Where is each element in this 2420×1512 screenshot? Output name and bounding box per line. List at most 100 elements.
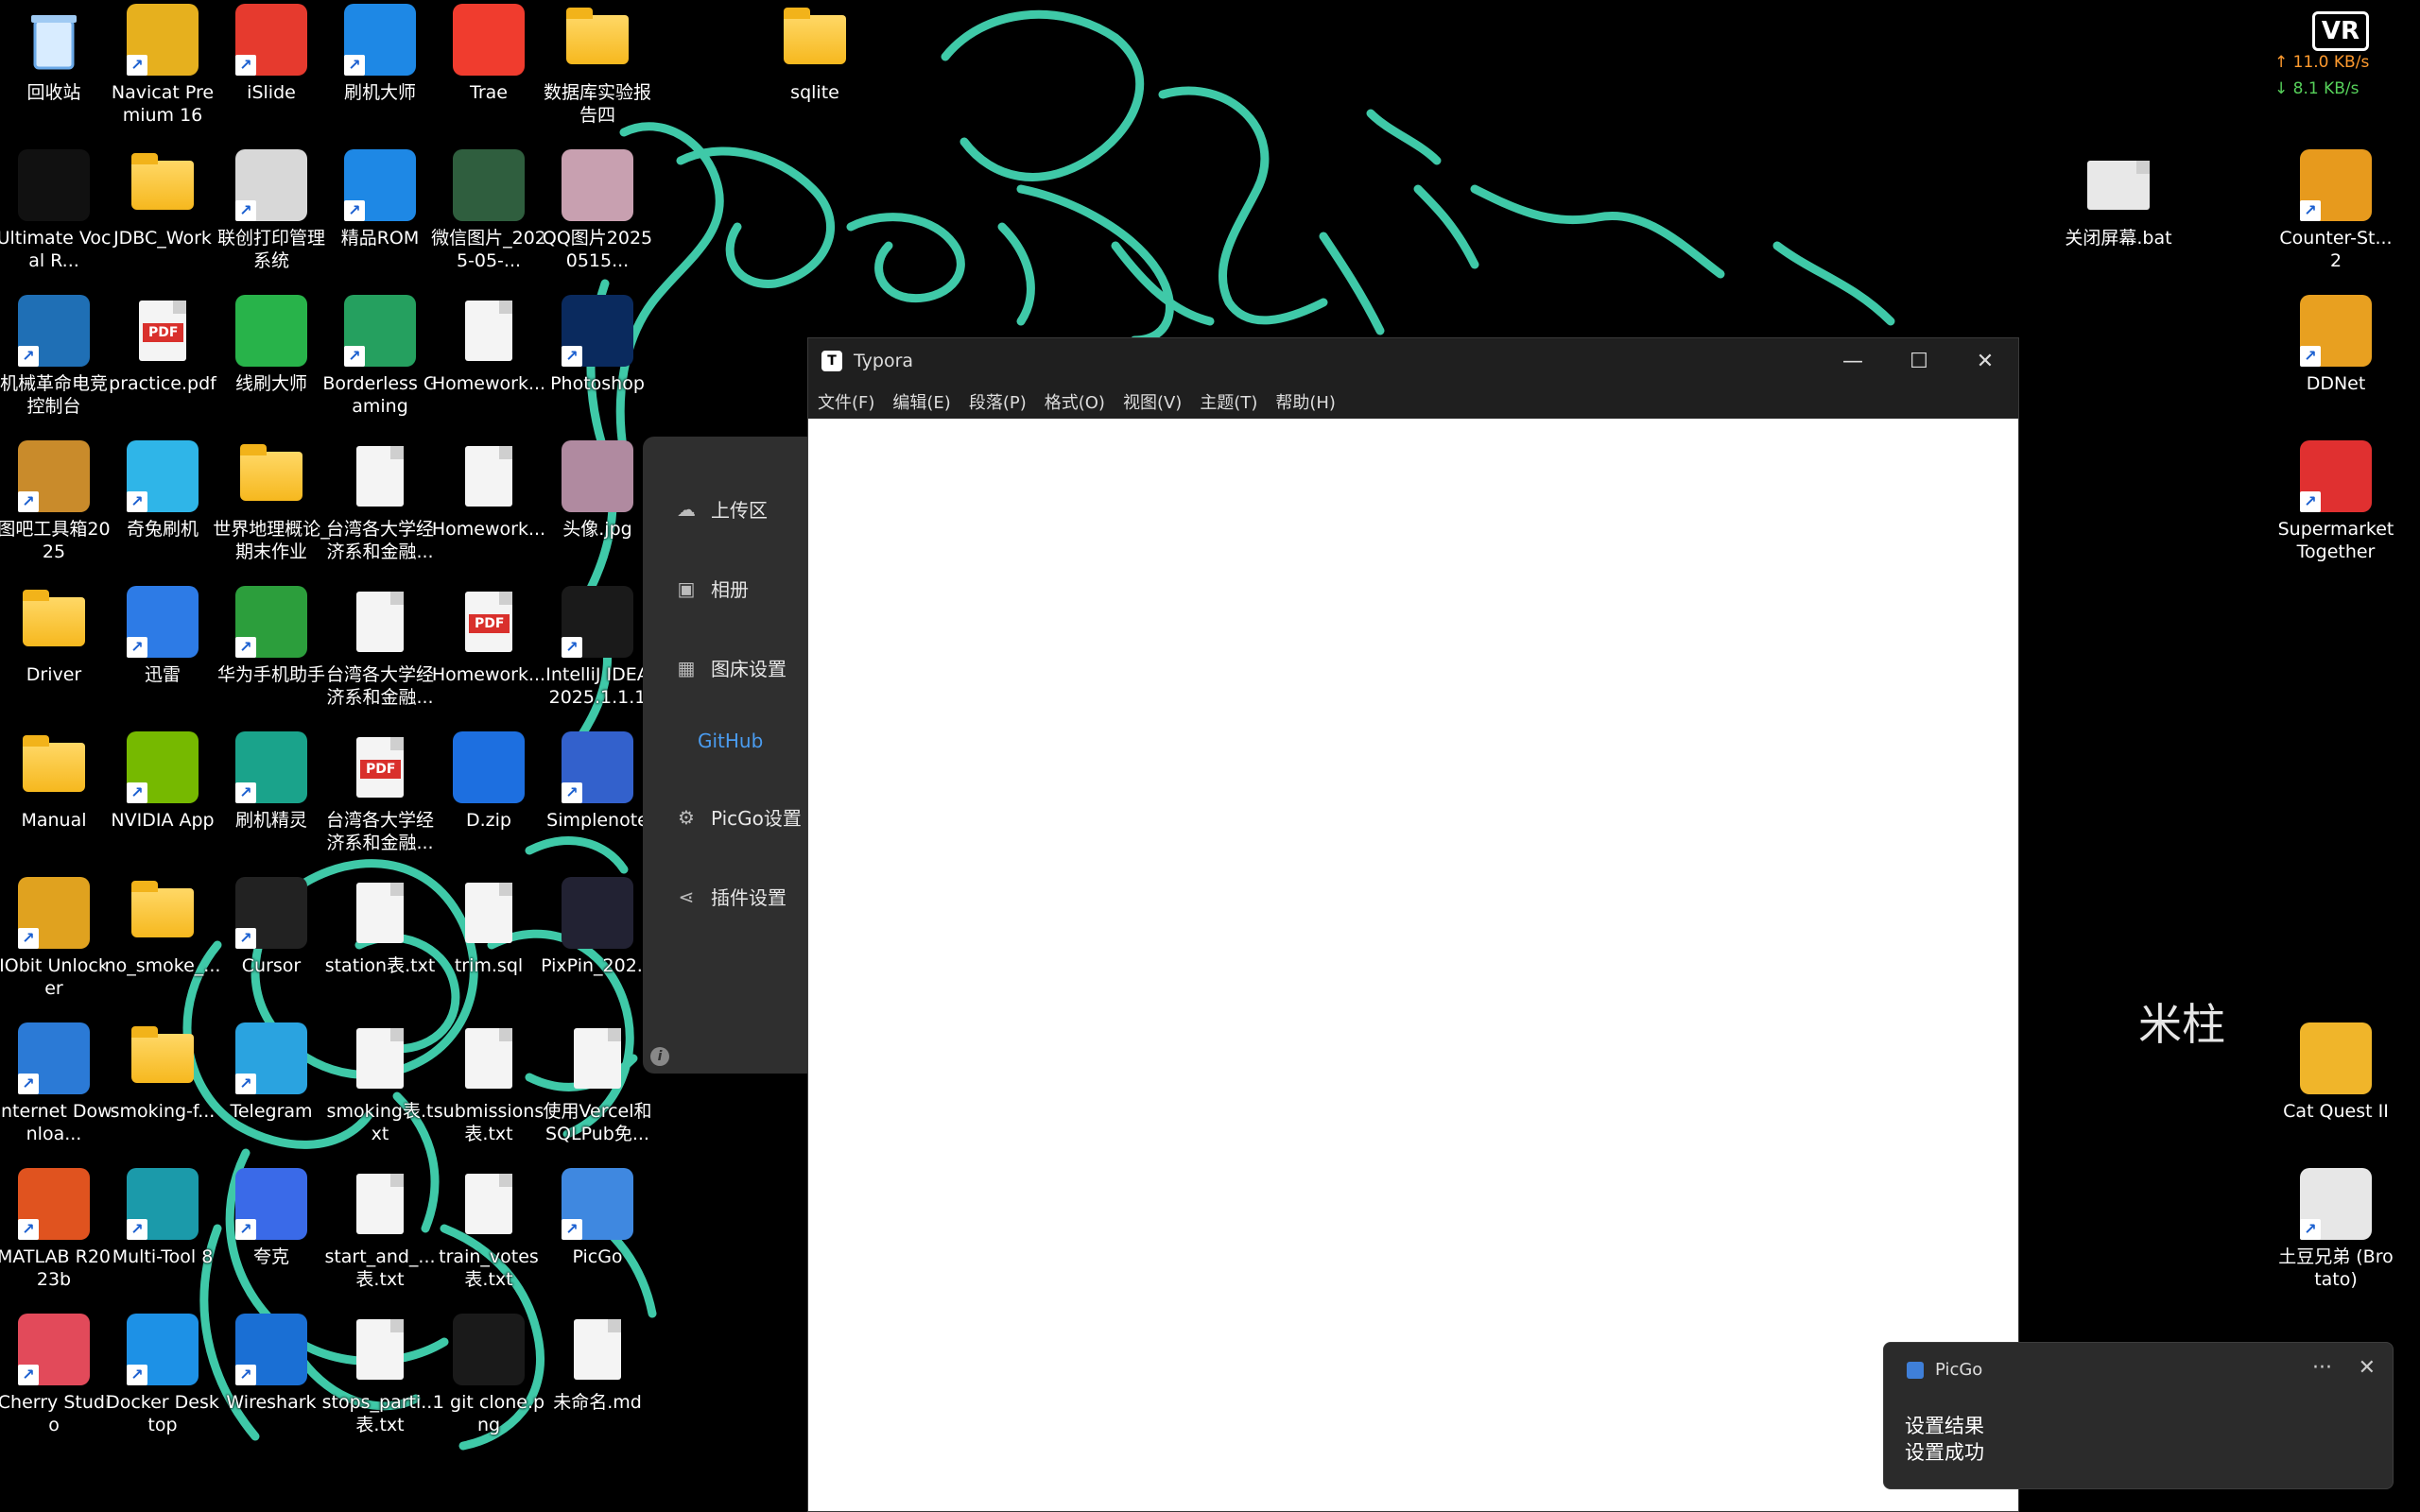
picgo-nav-gallery[interactable]: ▣ 相册 [675, 575, 749, 602]
desktop-icon[interactable]: smoking-f... [111, 1022, 215, 1123]
picgo-nav-settings[interactable]: ⚙ PicGo设置 [675, 803, 802, 831]
more-options-icon[interactable]: ··· [2312, 1356, 2332, 1380]
desktop-icon[interactable]: ↗ Navicat Premium 16 [111, 4, 215, 127]
desktop-icon[interactable]: ↗ NVIDIA App [111, 731, 215, 832]
shortcut-arrow-icon: ↗ [235, 1074, 256, 1094]
desktop-icon[interactable]: ↗ PicGo [545, 1168, 649, 1268]
desktop-icon[interactable]: ↗ Cherry Studio [0, 1314, 110, 1436]
desktop-icon[interactable]: Cat Quest II [2283, 1022, 2389, 1123]
desktop-icon[interactable]: ↗ 华为手机助手 [217, 586, 325, 686]
desktop-icon[interactable]: ↗ Counter-St... 2 [2279, 149, 2393, 272]
maximize-button[interactable]: ☐ [1886, 338, 1952, 384]
picgo-nav-plugins[interactable]: ⋖ 插件设置 [675, 883, 786, 910]
menu-file[interactable]: 文件(F) [818, 389, 874, 414]
desktop-icon[interactable]: ↗ Telegram [219, 1022, 323, 1123]
desktop-icon[interactable]: 使用Vercel和SQLPub免... [543, 1022, 652, 1145]
menu-paragraph[interactable]: 段落(P) [969, 389, 1027, 414]
desktop-icon[interactable]: ↗ 精品ROM [328, 149, 432, 249]
desktop-icon[interactable]: ↗ DDNet [2284, 295, 2388, 395]
desktop-icon[interactable]: QQ图片20250515... [543, 149, 652, 272]
desktop-icon[interactable]: Homework... [432, 440, 545, 541]
shortcut-arrow-icon: ↗ [18, 1219, 39, 1240]
minimize-button[interactable]: — [1820, 338, 1886, 384]
shortcut-arrow-icon: ↗ [2300, 1219, 2321, 1240]
picgo-nav-upload[interactable]: ☁ 上传区 [675, 495, 768, 523]
desktop-icon[interactable]: D.zip [437, 731, 541, 832]
menu-edit[interactable]: 编辑(E) [892, 389, 950, 414]
desktop-icon[interactable]: ↗ Cursor [219, 877, 323, 977]
desktop-icon[interactable]: PDF practice.pdf [109, 295, 216, 395]
desktop-icon[interactable]: 台湾各大学经济系和金融... [326, 586, 434, 709]
desktop-icon[interactable]: 台湾各大学经济系和金融... [326, 440, 434, 563]
picgo-nav-github[interactable]: GitHub [698, 730, 763, 752]
close-icon[interactable]: ✕ [2359, 1356, 2376, 1380]
desktop-icon[interactable]: ↗ 图吧工具箱2025 [0, 440, 111, 563]
desktop-icon[interactable]: JDBC_Work [111, 149, 215, 249]
menu-theme[interactable]: 主题(T) [1200, 389, 1257, 414]
desktop-icon[interactable]: trim.sql [437, 877, 541, 977]
desktop-icon[interactable]: ↗ 迅雷 [111, 586, 215, 686]
desktop-icon[interactable]: ↗ Borderless Gaming [322, 295, 438, 418]
desktop-icon[interactable]: 回收站 [2, 4, 106, 104]
desktop-icon[interactable]: Ultimate Vocal R... [0, 149, 111, 272]
desktop-icon[interactable]: PixPin_202... [541, 877, 654, 977]
desktop-icon[interactable]: ↗ MATLAB R2023b [0, 1168, 111, 1291]
desktop-icon[interactable]: stops_parti...表.txt [322, 1314, 438, 1436]
desktop-icon[interactable]: ↗ Simplenote [545, 731, 649, 832]
desktop-icon[interactable]: 1 git clone.png [433, 1314, 544, 1436]
desktop-icon[interactable]: 关闭屏幕.bat [2065, 149, 2172, 249]
desktop-icon[interactable]: start_and_...表.txt [324, 1168, 436, 1291]
menu-help[interactable]: 帮助(H) [1275, 389, 1336, 414]
menu-format[interactable]: 格式(O) [1045, 389, 1105, 414]
title-bar[interactable]: T Typora — ☐ ✕ [808, 338, 2018, 384]
desktop-icon[interactable]: Homework... [432, 295, 545, 395]
desktop-icon[interactable]: ↗ 刷机大师 [328, 4, 432, 104]
desktop-icon-label: Telegram [230, 1101, 313, 1122]
desktop-icon[interactable]: ↗ 机械革命电竞控制台 [0, 295, 108, 418]
desktop-icon[interactable]: 头像.jpg [545, 440, 649, 541]
desktop-icon[interactable]: ↗ Internet Downloa... [0, 1022, 112, 1145]
image-icon [453, 149, 525, 221]
desktop-icon[interactable]: ↗ iSlide [219, 4, 323, 104]
desktop-icon[interactable]: PDF 台湾各大学经济系和金融... [326, 731, 434, 854]
desktop-icon-label: 未命名.md [553, 1392, 642, 1413]
desktop-icon[interactable]: smoking表.txt [327, 1022, 433, 1145]
notification-toast[interactable]: PicGo ··· ✕ 设置结果 设置成功 [1883, 1342, 2394, 1489]
desktop-icon-label: PixPin_202... [541, 955, 654, 976]
close-button[interactable]: ✕ [1952, 338, 2018, 384]
desktop-icon[interactable]: PDF Homework... [432, 586, 545, 686]
desktop-icon[interactable]: ↗ Docker Desktop [106, 1314, 219, 1436]
desktop-icon[interactable]: ↗ Photoshop [545, 295, 649, 395]
desktop-icon[interactable]: ↗ 夸克 [219, 1168, 323, 1268]
desktop-icon[interactable]: ↗ 联创打印管理系统 [217, 149, 325, 272]
typora-app-icon: T [821, 351, 842, 371]
editor-area[interactable] [808, 419, 2018, 1511]
menu-view[interactable]: 视图(V) [1123, 389, 1182, 414]
desktop-icon[interactable]: no_smoke_... [105, 877, 220, 977]
desktop-icon[interactable]: 微信图片_2025-05-... [431, 149, 546, 272]
desktop-icon[interactable]: train_votes表.txt [437, 1168, 541, 1291]
desktop-icon[interactable]: station表.txt [325, 877, 435, 977]
desktop-icon[interactable]: Driver [2, 586, 106, 686]
vr-badge[interactable]: VR [2312, 11, 2369, 51]
window-title: Typora [854, 351, 914, 371]
desktop-icon[interactable]: submissions表.txt [434, 1022, 544, 1145]
desktop-icon[interactable]: ↗ Multi-Tool 8 [111, 1168, 215, 1268]
desktop-icon-label: D.zip [466, 810, 511, 831]
desktop-icon[interactable]: sqlite [763, 4, 867, 104]
desktop-icon[interactable]: 世界地理概论_期末作业 [213, 440, 330, 563]
desktop-icon[interactable]: 数据库实验报告四 [544, 4, 651, 127]
desktop-icon[interactable]: ↗ Wireshark [219, 1314, 323, 1414]
desktop-icon[interactable]: ↗ IntelliJ IDEA 2025.1.1.1 [545, 586, 649, 709]
desktop-icon[interactable]: ↗ 土豆兄弟 (Brotato) [2278, 1168, 2394, 1291]
desktop-icon[interactable]: 线刷大师 [219, 295, 323, 395]
desktop-icon[interactable]: ↗ Supermarket Together [2278, 440, 2394, 563]
desktop-icon[interactable]: Trae [437, 4, 541, 104]
picgo-nav-bed-settings[interactable]: ▦ 图床设置 [675, 654, 786, 681]
desktop-icon[interactable]: ↗ 奇兔刷机 [111, 440, 215, 541]
desktop-icon[interactable]: Manual [2, 731, 106, 832]
desktop-icon[interactable]: ↗ 刷机精灵 [219, 731, 323, 832]
info-icon[interactable]: i [650, 1047, 669, 1066]
desktop-icon[interactable]: ↗ IObit Unlocker [0, 877, 109, 1000]
desktop-icon[interactable]: 未命名.md [545, 1314, 649, 1414]
